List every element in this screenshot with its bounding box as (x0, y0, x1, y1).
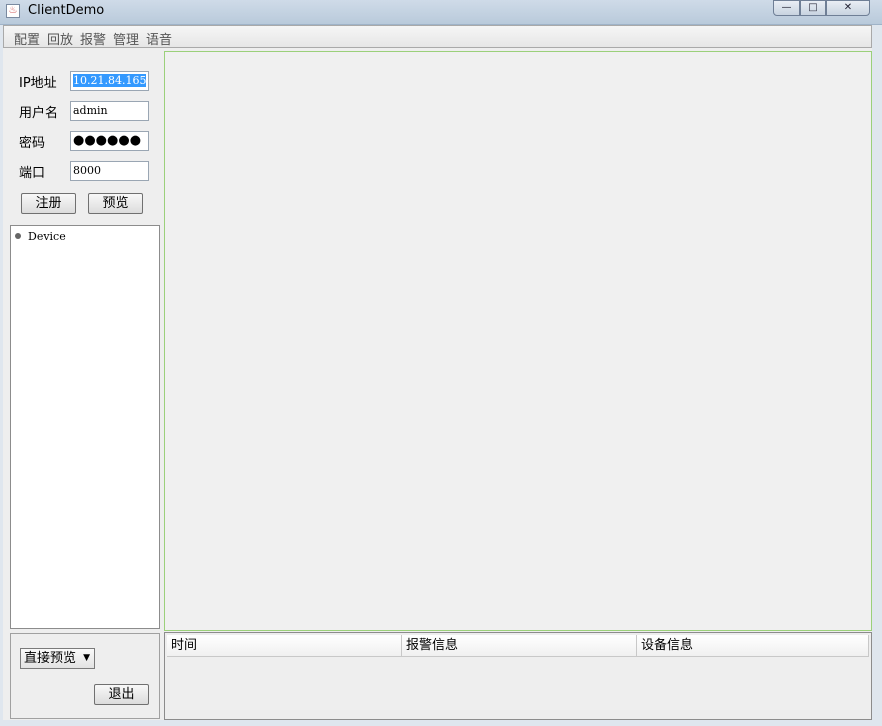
minimize-button[interactable]: — (773, 0, 800, 16)
tree-node-device[interactable]: Device (15, 230, 66, 243)
preview-button[interactable]: 预览 (88, 193, 143, 214)
title-bar: ♨ ClientDemo — □ ✕ (0, 0, 882, 25)
menu-config[interactable]: 配置 (14, 29, 40, 48)
main-frame: IP地址 10.21.84.165 用户名 admin 密码 ●●●●●● 端口… (3, 48, 872, 720)
username-field[interactable]: admin (70, 101, 149, 121)
preview-mode-value: 直接预览 (24, 651, 77, 666)
column-header-time[interactable]: 时间 (167, 635, 402, 657)
bottom-controls: 直接预览 ▼ 退出 (10, 633, 160, 719)
window-title: ClientDemo (28, 3, 105, 18)
password-label: 密码 (19, 136, 46, 151)
column-header-device-info[interactable]: 设备信息 (637, 635, 869, 657)
port-field[interactable]: 8000 (70, 161, 149, 181)
menu-manage[interactable]: 管理 (113, 29, 139, 48)
device-tree[interactable]: Device (10, 225, 160, 629)
menu-voice[interactable]: 语音 (146, 29, 172, 48)
preview-mode-select[interactable]: 直接预览 ▼ (20, 648, 95, 669)
ip-value: 10.21.84.165 (73, 74, 147, 87)
tree-node-label: Device (28, 230, 66, 243)
exit-button[interactable]: 退出 (94, 684, 149, 705)
ip-field[interactable]: 10.21.84.165 (70, 71, 149, 91)
maximize-button[interactable]: □ (800, 0, 826, 16)
register-button[interactable]: 注册 (21, 193, 76, 214)
password-field[interactable]: ●●●●●● (70, 131, 149, 151)
menu-bar: 配置 回放 报警 管理 语音 (3, 25, 872, 48)
menu-alarm[interactable]: 报警 (80, 29, 106, 48)
menu-playback[interactable]: 回放 (47, 29, 73, 48)
alarm-table: 时间 报警信息 设备信息 (164, 632, 872, 720)
username-label: 用户名 (19, 106, 59, 121)
close-button[interactable]: ✕ (826, 0, 870, 16)
login-panel: IP地址 10.21.84.165 用户名 admin 密码 ●●●●●● 端口… (3, 48, 162, 720)
column-header-alarm-info[interactable]: 报警信息 (402, 635, 637, 657)
video-preview-area[interactable] (164, 51, 872, 631)
ip-label: IP地址 (19, 76, 57, 91)
port-label: 端口 (19, 166, 46, 181)
java-cup-icon: ♨ (6, 4, 20, 18)
chevron-down-icon: ▼ (83, 653, 90, 663)
tree-node-icon (15, 233, 21, 239)
